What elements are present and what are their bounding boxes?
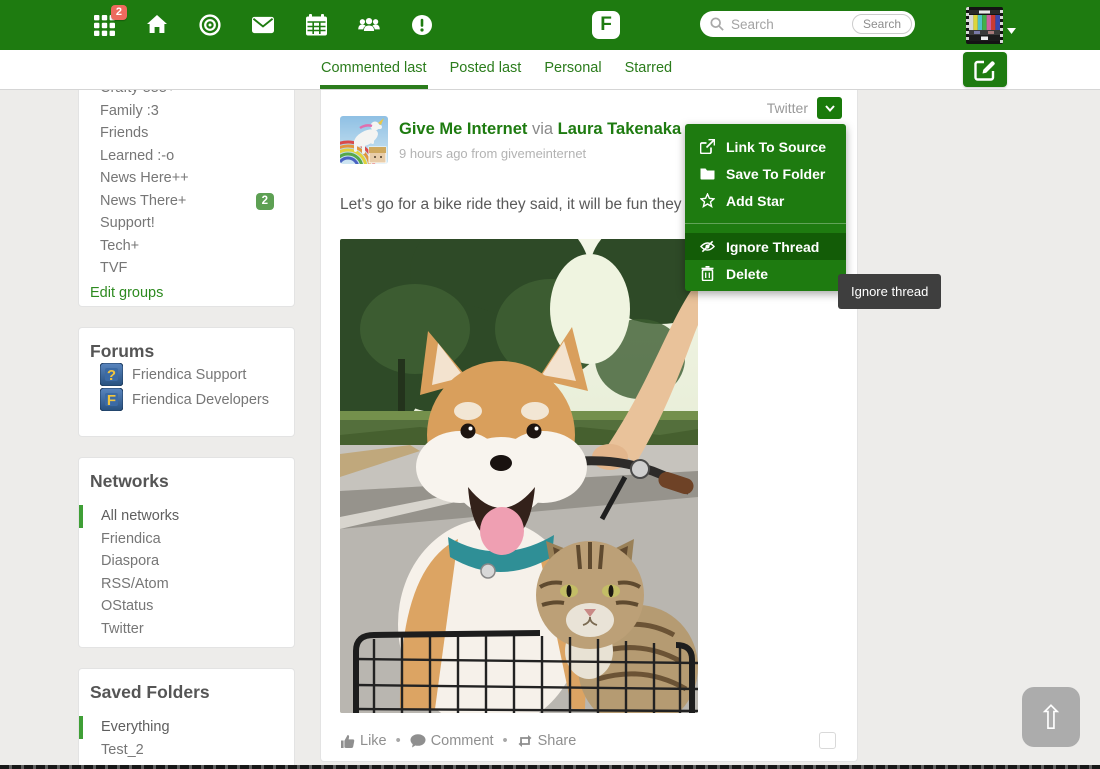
folder-item-everything[interactable]: Everything (79, 716, 294, 739)
sidebar-group-item[interactable]: Tech+ (79, 235, 294, 258)
saved-folders-title: Saved Folders (79, 669, 294, 703)
ignore-thread-tooltip: Ignore thread (838, 274, 941, 309)
sidebar-group-item[interactable]: TVF (79, 257, 294, 280)
network-filter-rss[interactable]: RSS/Atom (79, 573, 294, 596)
svg-text:F: F (107, 392, 116, 409)
home-icon[interactable] (146, 14, 168, 36)
search-icon (710, 17, 724, 31)
dog-and-cat-in-bike-basket-photo (340, 239, 698, 713)
user-menu-caret-icon[interactable] (1007, 21, 1016, 39)
forums-title: Forums (79, 328, 294, 362)
sidebar-group-item[interactable]: Friends (79, 122, 294, 145)
post-author-avatar[interactable] (340, 116, 388, 164)
post-card: Give Me Internet via Laura Takenaka 9 ho… (320, 90, 858, 762)
community-bullseye-icon[interactable] (199, 14, 221, 36)
saved-folders-panel: Saved Folders Everything Test_2 (78, 668, 295, 769)
tab-personal[interactable]: Personal (543, 50, 602, 89)
messages-envelope-icon[interactable] (252, 14, 274, 36)
sidebar-group-item[interactable]: Learned :-o (79, 145, 294, 168)
post-header: Give Me Internet via Laura Takenaka 9 ho… (321, 90, 857, 164)
folder-icon (700, 166, 715, 181)
notifications-alert-icon[interactable] (411, 14, 433, 36)
menu-item-link-to-source[interactable]: Link To Source (685, 133, 846, 160)
search-input[interactable] (731, 17, 852, 32)
svg-text:?: ? (107, 367, 116, 384)
comment-bubble-icon (410, 734, 426, 748)
top-navbar: 2 F Search (0, 0, 1100, 50)
sidebar-group-item[interactable]: Support! (79, 212, 294, 235)
test-pattern-avatar-image (966, 7, 1003, 44)
networks-title: Networks (79, 458, 294, 492)
share-button[interactable]: Share (517, 733, 577, 749)
network-filter-all[interactable]: All networks (79, 505, 294, 528)
tab-commented-last[interactable]: Commented last (320, 50, 428, 89)
contacts-group-icon[interactable] (358, 14, 380, 36)
network-filter-ostatus[interactable]: OStatus (79, 595, 294, 618)
eye-slash-icon (700, 239, 715, 254)
sidebar-group-item[interactable]: News There+2 (79, 190, 294, 213)
next-post-image-edge (0, 765, 1100, 769)
post-menu-toggle-button[interactable] (817, 97, 842, 119)
tab-posted-last[interactable]: Posted last (449, 50, 523, 89)
post-network-label: Twitter (767, 97, 808, 119)
network-filter-friendica[interactable]: Friendica (79, 528, 294, 551)
pencil-square-icon (974, 59, 996, 81)
network-filter-diaspora[interactable]: Diaspora (79, 550, 294, 573)
folder-item-test2[interactable]: Test_2 (79, 739, 294, 762)
menu-item-add-star[interactable]: Add Star (685, 187, 846, 214)
forum-item-friendica-support[interactable]: ? Friendica Support (79, 362, 294, 387)
comment-button[interactable]: Comment (410, 733, 494, 749)
compose-post-button[interactable] (963, 52, 1007, 87)
menu-item-ignore-thread[interactable]: Ignore Thread (685, 233, 846, 260)
menu-divider (685, 223, 846, 224)
sidebar-group-item[interactable]: Family :3 (79, 100, 294, 123)
user-avatar[interactable] (966, 7, 1003, 44)
unicorn-avatar-image (340, 116, 388, 164)
forum-item-friendica-developers[interactable]: F Friendica Developers (79, 387, 294, 412)
retweet-icon (517, 734, 533, 748)
post-timestamp: 9 hours ago from givemeinternet (399, 146, 681, 161)
chevron-down-icon (825, 105, 835, 112)
forum-developers-icon: F (100, 388, 123, 411)
thumbs-up-icon (340, 734, 355, 749)
post-select-checkbox[interactable] (819, 732, 836, 749)
tab-starred[interactable]: Starred (624, 50, 674, 89)
unread-count-badge: 2 (256, 193, 274, 210)
external-link-icon (700, 139, 715, 154)
star-icon (700, 193, 715, 208)
notification-badge: 2 (111, 5, 127, 20)
forums-panel: Forums ? Friendica Support F Friendica D… (78, 327, 295, 437)
action-separator: • (503, 733, 508, 749)
post-context-menu: Link To Source Save To Folder Add Star I… (685, 124, 846, 291)
apps-menu-icon[interactable]: 2 (93, 14, 115, 36)
post-action-bar: Like • Comment • Share (340, 726, 838, 756)
edit-groups-link[interactable]: Edit groups (79, 282, 294, 304)
post-byline: Give Me Internet via Laura Takenaka (399, 120, 681, 139)
menu-item-save-to-folder[interactable]: Save To Folder (685, 160, 846, 187)
network-filter-twitter[interactable]: Twitter (79, 618, 294, 641)
post-author-link[interactable]: Give Me Internet (399, 120, 527, 138)
menu-item-delete[interactable]: Delete (685, 260, 846, 287)
like-button[interactable]: Like (340, 733, 387, 749)
sidebar-group-item[interactable]: News Here++ (79, 167, 294, 190)
search-bar: Search (700, 11, 915, 37)
post-via-author-link[interactable]: Laura Takenaka (558, 120, 682, 138)
events-calendar-icon[interactable] (305, 14, 327, 36)
trash-icon (700, 266, 715, 281)
action-separator: • (396, 733, 401, 749)
search-button[interactable]: Search (852, 14, 912, 34)
stream-tabbar: Commented last Posted last Personal Star… (0, 50, 1100, 90)
networks-panel: Networks All networks Friendica Diaspora… (78, 457, 295, 648)
scroll-to-top-button[interactable]: ⇧ (1022, 687, 1080, 747)
post-photo[interactable] (340, 239, 698, 713)
up-arrow-icon: ⇧ (1037, 698, 1065, 737)
forum-support-icon: ? (100, 363, 123, 386)
friendica-logo[interactable]: F (592, 11, 620, 39)
